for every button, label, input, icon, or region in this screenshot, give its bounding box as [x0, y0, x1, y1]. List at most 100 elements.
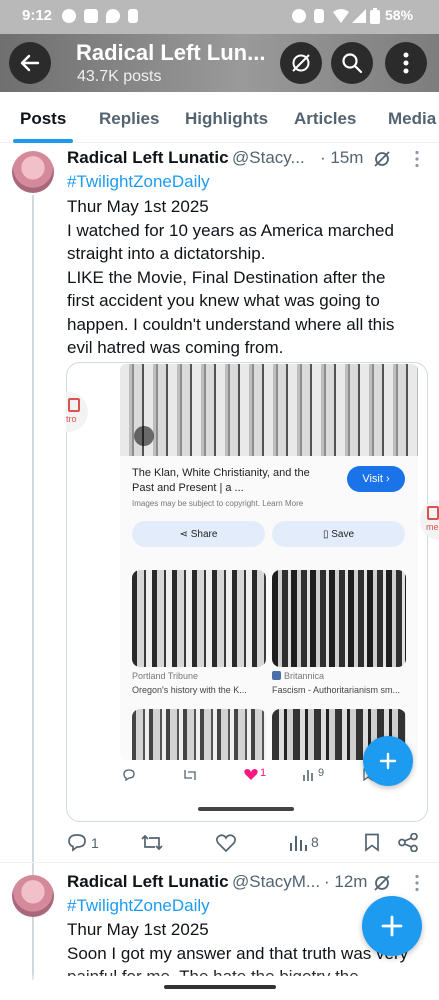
post-line: LIKE the Movie, Final Destination after … — [67, 267, 386, 287]
back-button[interactable] — [9, 42, 51, 84]
battery-percent: 58% — [385, 7, 414, 23]
more-vertical-icon[interactable] — [414, 150, 420, 168]
gesture-bar[interactable] — [164, 985, 276, 989]
nfc-icon — [314, 9, 324, 23]
post-line: straight into a dictatorship. — [67, 244, 266, 263]
grok-icon[interactable] — [373, 874, 391, 892]
tab-articles[interactable]: Articles — [294, 109, 356, 129]
author-name[interactable]: Radical Left Lunatic — [67, 148, 229, 168]
post-line: Thur May 1st 2025 — [67, 197, 209, 216]
more-vertical-icon — [403, 52, 409, 74]
active-tab-indicator — [13, 139, 73, 143]
hashtag-link[interactable]: #TwilightZoneDaily — [67, 896, 210, 916]
author-name[interactable]: Radical Left Lunatic — [67, 872, 229, 892]
compose-button-screenshot — [363, 736, 413, 786]
arrow-left-icon — [20, 54, 40, 72]
divider — [0, 862, 439, 863]
bookmark-icon: ▯ — [322, 528, 332, 540]
wifi-icon — [333, 9, 349, 23]
author-handle[interactable]: @Stacy... — [232, 148, 305, 168]
plus-icon — [381, 915, 403, 937]
grok-icon — [292, 54, 310, 72]
post-line: I watched for 10 years as America marche… — [67, 220, 394, 240]
chat-icon — [62, 9, 76, 23]
result-title-line: The Klan, White Christianity, and the — [132, 467, 310, 479]
heart-icon — [244, 769, 258, 780]
inner-like-count: 1 — [260, 767, 267, 779]
copyright-note: Images may be subject to copyright. Lear… — [132, 499, 304, 508]
share-icon: ⋖ — [179, 528, 191, 540]
search-button[interactable] — [331, 42, 373, 84]
tiktok-icon — [128, 9, 138, 23]
image-scroll-handle — [198, 807, 294, 811]
grok-icon[interactable] — [373, 150, 391, 168]
plus-icon — [379, 752, 397, 770]
thumb-photo — [272, 570, 406, 667]
result-title: The Klan, White Christianity, and the Pa… — [132, 466, 310, 496]
main-photo — [120, 364, 418, 456]
post-line: first accident you knew what was going t… — [67, 291, 380, 310]
side-thumb-right-text: me — [426, 522, 439, 532]
status-bar: 9:12 58% — [0, 0, 439, 34]
reply-button[interactable]: 1 — [67, 833, 99, 852]
side-thumb-left-text: tro — [66, 414, 77, 424]
thumb-photo — [132, 570, 266, 667]
logo-icon — [427, 506, 439, 520]
tab-replies[interactable]: Replies — [99, 109, 159, 129]
logo-icon — [68, 398, 80, 412]
status-time: 9:12 — [22, 7, 53, 24]
tab-media[interactable]: Media — [388, 109, 436, 129]
location-icon — [106, 9, 120, 23]
thumb-source: Britannica — [284, 671, 325, 681]
views-button[interactable]: 8 — [289, 833, 319, 851]
reply-count: 1 — [91, 834, 99, 851]
thumb-photo — [132, 709, 266, 760]
result-title-line: Past and Present | a ... — [132, 482, 244, 494]
visit-button: Visit › — [347, 466, 405, 492]
post-line: happen. I couldn't understand where all … — [67, 314, 395, 334]
repost-icon[interactable] — [141, 833, 163, 852]
share-label: Share — [190, 528, 218, 540]
bookmark-icon[interactable] — [364, 833, 380, 852]
author-handle[interactable]: @StacyM... — [232, 872, 320, 892]
chevron-right-icon: › — [382, 473, 390, 485]
share-pill: ⋖ Share — [132, 521, 265, 547]
page-title: Radical Left Lun... — [76, 40, 266, 65]
save-pill: ▯ Save — [272, 521, 405, 547]
views-icon — [303, 770, 313, 781]
reply-icon — [123, 769, 135, 782]
hashtag-link[interactable]: #TwilightZoneDaily — [67, 172, 210, 192]
tab-posts[interactable]: Posts — [20, 109, 66, 129]
avatar[interactable] — [12, 151, 54, 193]
view-count: 8 — [311, 834, 319, 850]
grok-button[interactable] — [280, 42, 322, 84]
thumb-title: Oregon's history with the K... — [132, 685, 247, 695]
facebook-icon — [84, 9, 98, 23]
post-time[interactable]: · 15m — [320, 148, 363, 168]
like-icon[interactable] — [216, 834, 236, 852]
image-screenshot: The Klan, White Christianity, and the Pa… — [120, 364, 418, 760]
post-text: Thur May 1st 2025 I watched for 10 years… — [67, 195, 394, 360]
search-icon — [342, 53, 363, 74]
battery-icon — [370, 8, 380, 24]
reply-icon — [68, 834, 86, 852]
thumb-source: Portland Tribune — [132, 671, 199, 681]
post-time[interactable]: · 12m — [324, 872, 367, 892]
visit-label: Visit — [362, 473, 383, 485]
more-options-button[interactable] — [385, 42, 427, 84]
compose-button[interactable] — [362, 896, 422, 956]
inner-view-count: 9 — [318, 767, 325, 779]
views-icon — [290, 836, 307, 851]
more-vertical-icon[interactable] — [414, 874, 420, 892]
share-icon[interactable] — [398, 833, 418, 852]
thumb-title: Fascism - Authoritarianism sm... — [272, 685, 401, 695]
save-label: Save — [331, 528, 355, 540]
post-line: evil hatred was coming from. — [67, 338, 284, 357]
avatar[interactable] — [12, 875, 54, 917]
signal-icon — [352, 9, 366, 23]
lens-icon — [134, 426, 154, 446]
alarm-icon — [292, 9, 306, 23]
tab-highlights[interactable]: Highlights — [185, 109, 268, 129]
britannica-icon — [272, 671, 281, 680]
post-count: 43.7K posts — [77, 68, 162, 85]
